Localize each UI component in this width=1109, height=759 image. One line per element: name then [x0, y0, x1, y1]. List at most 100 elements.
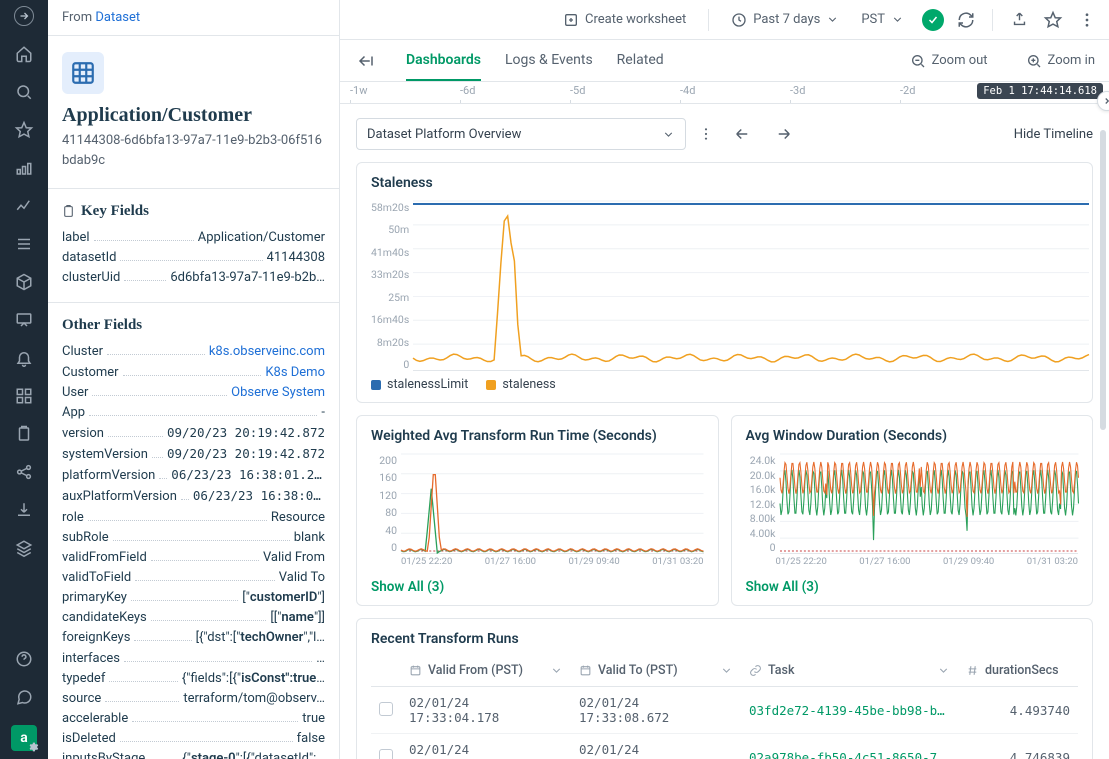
app-avatar[interactable]: a	[11, 725, 37, 751]
transform-run-chart[interactable]	[401, 454, 704, 554]
dataset-icon	[62, 52, 104, 94]
recent-transforms-card: Recent Transform Runs Valid From (PST) V…	[356, 618, 1093, 759]
calendar-icon	[579, 664, 592, 677]
bell-icon[interactable]	[14, 348, 34, 368]
breadcrumb: From Dataset	[48, 0, 339, 36]
other-fields-heading: Other Fields	[62, 317, 325, 334]
dashboard-selector[interactable]: Dataset Platform Overview	[356, 118, 686, 150]
field-row: UserObserve System	[62, 383, 325, 403]
timezone-picker[interactable]: PST	[857, 8, 912, 31]
page-title: Application/Customer	[62, 104, 325, 127]
topbar: Create worksheet Past 7 days PST	[340, 0, 1109, 40]
field-row: validToFieldValid To	[62, 568, 325, 588]
details-panel: From Dataset Application/Customer 411443…	[48, 0, 340, 759]
zoom-out-button[interactable]: Zoom out	[910, 53, 988, 69]
field-row: foreignKeys[{"dst":["techOwner","l…	[62, 628, 325, 648]
row-checkbox[interactable]	[379, 749, 393, 759]
layers-icon[interactable]	[14, 538, 34, 558]
window-duration-card: Avg Window Duration (Seconds) 24.0k20.0k…	[731, 415, 1094, 606]
star-icon[interactable]	[14, 120, 34, 140]
tab-related[interactable]: Related	[617, 40, 664, 81]
chevron-down-icon	[826, 13, 839, 26]
chat-icon[interactable]	[14, 687, 34, 707]
presentation-icon[interactable]	[14, 310, 34, 330]
tabs: Dashboards Logs & Events Related Zoom ou…	[340, 40, 1109, 82]
field-row: interfaces…	[62, 649, 325, 669]
dashboard-more-icon[interactable]	[696, 118, 716, 150]
table-row[interactable]: 02/01/24 17:33:04.17802/01/24 17:33:08.6…	[371, 687, 1078, 734]
window-duration-chart[interactable]	[780, 454, 1079, 554]
clipboard-icon[interactable]	[14, 424, 34, 444]
field-row: inputsByStage{"stage-0":[{"datasetId":…	[62, 749, 325, 759]
link-icon	[749, 664, 762, 677]
recent-transforms-table: Valid From (PST) Valid To (PST) Task dur…	[371, 657, 1078, 759]
time-range-picker[interactable]: Past 7 days	[723, 8, 847, 32]
field-row: subRoleblank	[62, 528, 325, 548]
field-row: auxPlatformVersion06/23/23 16:38:01.292	[62, 486, 325, 507]
key-fields-heading: Key Fields	[62, 203, 325, 220]
field-row: Clusterk8s.observeinc.com	[62, 342, 325, 362]
number-icon	[966, 664, 979, 677]
create-worksheet-button[interactable]: Create worksheet	[555, 8, 694, 32]
back-button[interactable]	[354, 49, 378, 73]
chevron-down-icon	[550, 664, 563, 677]
field-row: roleResource	[62, 508, 325, 528]
timeline-current-time: Feb 1 17:44:14.618	[977, 83, 1103, 99]
field-row: platformVersion06/23/23 16:38:01.292	[62, 465, 325, 486]
help-icon[interactable]	[14, 649, 34, 669]
chevron-down-icon	[662, 128, 675, 141]
dashboard-body: Staleness 58m20s50m41m40s33m20s25m16m40s…	[340, 156, 1109, 759]
zoom-in-button[interactable]: Zoom in	[1026, 53, 1095, 69]
next-arrow[interactable]	[768, 118, 800, 150]
field-row: accelerabletrue	[62, 709, 325, 729]
refresh-icon[interactable]	[954, 8, 978, 32]
field-row: App-	[62, 403, 325, 423]
field-row: sourceterraform/tom@observ…	[62, 689, 325, 709]
export-icon[interactable]	[1007, 8, 1031, 32]
field-row: clusterUid6d6bfa13-97a7-11e9-b2b…	[62, 268, 325, 288]
breadcrumb-prefix: From	[62, 10, 92, 25]
main-content: Create worksheet Past 7 days PST	[340, 0, 1109, 759]
dashboard-controls: Dataset Platform Overview Hide Timeline	[340, 104, 1109, 156]
field-row: datasetId41144308	[62, 248, 325, 268]
field-row: version09/20/23 20:19:42.872	[62, 423, 325, 444]
analytics-icon[interactable]	[14, 158, 34, 178]
page-subtitle-id: 41144308-6d6bfa13-97a7-11e9-b2b3-06f516b…	[62, 131, 325, 170]
transform-run-card: Weighted Avg Transform Run Time (Seconds…	[356, 415, 719, 606]
search-icon[interactable]	[14, 82, 34, 102]
more-icon[interactable]	[1075, 8, 1099, 32]
show-all-transform[interactable]: Show All (3)	[371, 579, 444, 595]
download-icon[interactable]	[14, 500, 34, 520]
field-row: systemVersion09/20/23 20:19:42.872	[62, 444, 325, 465]
staleness-chart[interactable]	[413, 201, 1089, 371]
trend-icon[interactable]	[14, 196, 34, 216]
show-all-window[interactable]: Show All (3)	[746, 579, 819, 595]
field-row: isDeletedfalse	[62, 729, 325, 749]
cube-icon[interactable]	[14, 272, 34, 292]
field-row: CustomerK8s Demo	[62, 363, 325, 383]
nav-rail: a	[0, 0, 48, 759]
prev-arrow[interactable]	[726, 118, 758, 150]
share-icon[interactable]	[14, 462, 34, 482]
field-row: candidateKeys[["name"]]	[62, 608, 325, 628]
scrollbar[interactable]	[1100, 130, 1106, 430]
tab-logs-events[interactable]: Logs & Events	[505, 40, 593, 81]
tab-dashboards[interactable]: Dashboards	[406, 40, 481, 81]
collapse-icon[interactable]	[14, 6, 34, 26]
row-checkbox[interactable]	[379, 702, 393, 716]
grid-icon[interactable]	[14, 386, 34, 406]
list-icon[interactable]	[14, 234, 34, 254]
hide-timeline-button[interactable]: Hide Timeline	[1014, 127, 1093, 142]
field-row: labelApplication/Customer	[62, 228, 325, 248]
home-icon[interactable]	[14, 44, 34, 64]
field-row: typedef{"fields":[{"isConst":true…	[62, 669, 325, 689]
breadcrumb-link[interactable]: Dataset	[95, 10, 140, 25]
chevron-down-icon	[891, 13, 904, 26]
status-ok-icon[interactable]	[922, 9, 944, 31]
staleness-card: Staleness 58m20s50m41m40s33m20s25m16m40s…	[356, 162, 1093, 403]
calendar-icon	[409, 664, 422, 677]
field-row: primaryKey["customerID"]	[62, 588, 325, 608]
timeline[interactable]: -1w -6d -5d -4d -3d -2d Feb 1 17:44:14.6…	[340, 82, 1109, 104]
table-row[interactable]: 02/01/24 17:32:59.42902/01/24 17:33:04.1…	[371, 734, 1078, 759]
favorite-icon[interactable]	[1041, 8, 1065, 32]
